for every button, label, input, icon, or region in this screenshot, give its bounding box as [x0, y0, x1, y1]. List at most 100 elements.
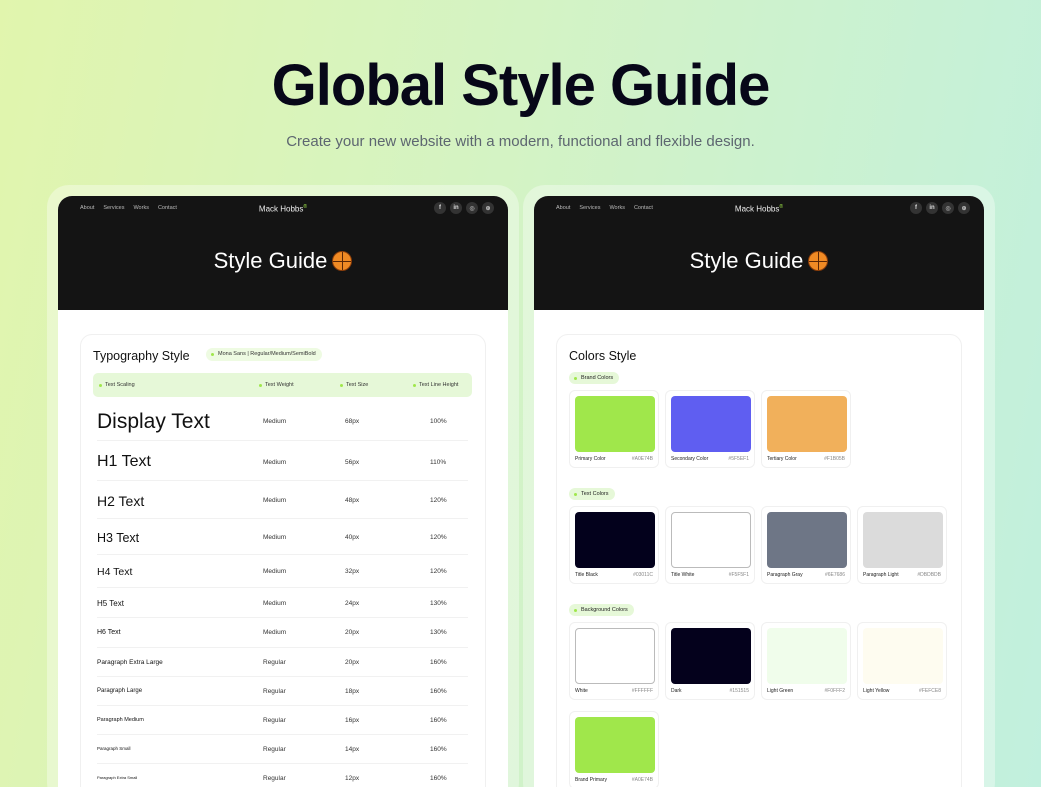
header-title: Style Guide — [534, 248, 984, 274]
type-line-height: 160% — [430, 717, 447, 724]
table-row: Paragraph Extra Small Regular 12px 160% — [97, 764, 468, 787]
type-size: 40px — [345, 534, 360, 541]
table-row: H6 Text Medium 20px 130% — [97, 618, 468, 648]
type-line-height: 120% — [430, 568, 447, 575]
col-text-scaling: Text Scaling — [99, 382, 135, 388]
type-sample: H4 Text — [97, 566, 133, 578]
registered-mark: ® — [303, 204, 308, 210]
type-line-height: 130% — [430, 600, 447, 607]
swatch-card: Title Black #03011C — [569, 506, 659, 584]
col-text-size: Text Size — [340, 382, 368, 388]
social-links: f in ◎ ⊛ — [434, 202, 494, 214]
swatch-hex: #F0FFF2 — [824, 688, 845, 694]
typography-table-header: Text Scaling Text Weight Text Size Text … — [93, 373, 472, 397]
swatch-color — [575, 396, 655, 452]
facebook-icon[interactable]: f — [910, 202, 922, 214]
instagram-icon[interactable]: ◎ — [466, 202, 478, 214]
typography-card: Typography Style Mona Sans | Regular/Med… — [80, 334, 486, 787]
type-line-height: 110% — [430, 459, 447, 466]
swatch-color — [767, 628, 847, 684]
swatch-color — [767, 396, 847, 452]
type-size: 18px — [345, 688, 360, 695]
instagram-icon[interactable]: ◎ — [942, 202, 954, 214]
swatch-card: Primary Color #A0E74B — [569, 390, 659, 468]
type-size: 12px — [345, 775, 360, 782]
mockup-header: About Services Works Contact Mack Hobbs®… — [58, 196, 508, 310]
page-title: Global Style Guide — [271, 53, 771, 118]
header-title-text: Style Guide — [213, 248, 328, 273]
colors-panel: About Services Works Contact Mack Hobbs®… — [523, 185, 995, 787]
swatch-hex: #5F5EF1 — [728, 456, 749, 462]
type-size: 24px — [345, 600, 360, 607]
dribbble-icon[interactable]: ⊛ — [482, 202, 494, 214]
type-weight: Regular — [263, 746, 286, 753]
type-weight: Medium — [263, 459, 287, 466]
social-links: f in ◎ ⊛ — [910, 202, 970, 214]
type-sample: Paragraph Extra Small — [97, 775, 138, 780]
swatch-color — [575, 717, 655, 773]
type-sample: H6 Text — [97, 629, 121, 636]
table-row: Paragraph Large Regular 18px 160% — [97, 677, 468, 706]
type-sample: H5 Text — [97, 599, 124, 608]
type-weight: Regular — [263, 775, 286, 782]
swatch-hex: #A0E74B — [631, 456, 653, 462]
table-row: H1 Text Medium 56px 110% — [97, 441, 468, 481]
swatch-card: Light Green #F0FFF2 — [761, 622, 851, 700]
type-weight: Medium — [263, 534, 287, 541]
swatch-name: White — [575, 688, 588, 694]
swatch-name: Tertiary Color — [767, 456, 797, 462]
text-colors-label: Text Colors — [569, 488, 615, 500]
swatch-card: Brand Primary #A0E74B — [569, 711, 659, 787]
facebook-icon[interactable]: f — [434, 202, 446, 214]
typography-panel: About Services Works Contact Mack Hobbs®… — [47, 185, 519, 787]
dribbble-icon[interactable]: ⊛ — [958, 202, 970, 214]
swatch-card: Dark #151515 — [665, 622, 755, 700]
swatch-name: Secondary Color — [671, 456, 709, 462]
type-weight: Medium — [263, 418, 287, 425]
swatch-name: Primary Color — [575, 456, 606, 462]
type-size: 32px — [345, 568, 360, 575]
type-sample: H1 Text — [97, 453, 151, 470]
type-sample: Paragraph Medium — [97, 717, 144, 723]
type-weight: Medium — [263, 497, 287, 504]
type-sample: Paragraph Large — [97, 688, 143, 694]
type-line-height: 160% — [430, 688, 447, 695]
swatch-name: Light Yellow — [863, 688, 890, 694]
swatch-name: Title White — [671, 572, 695, 578]
table-row: H5 Text Medium 24px 130% — [97, 588, 468, 618]
swatch-name: Paragraph Light — [863, 572, 899, 578]
page-subtitle: Create your new website with a modern, f… — [286, 133, 755, 150]
type-line-height: 100% — [430, 418, 447, 425]
colors-screen: About Services Works Contact Mack Hobbs®… — [534, 196, 984, 787]
type-weight: Medium — [263, 568, 287, 575]
type-sample: H3 Text — [97, 531, 140, 545]
basketball-icon — [332, 251, 353, 271]
swatch-color — [863, 628, 943, 684]
table-row: Paragraph Extra Large Regular 20px 160% — [97, 648, 468, 677]
swatch-color — [863, 512, 943, 568]
type-size: 48px — [345, 497, 360, 504]
linkedin-icon[interactable]: in — [926, 202, 938, 214]
col-text-weight: Text Weight — [259, 382, 294, 388]
header-title: Style Guide — [58, 248, 508, 274]
swatch-card: Light Yellow #FEFCE8 — [857, 622, 947, 700]
table-row: Display Text Medium 68px 100% — [97, 399, 468, 441]
type-weight: Regular — [263, 688, 286, 695]
type-sample: H2 Text — [97, 493, 145, 509]
font-family-badge: Mona Sans | Regular/Medium/SemiBold — [206, 348, 322, 361]
swatch-hex: #F1B05B — [824, 456, 845, 462]
swatch-card: Paragraph Gray #6E7686 — [761, 506, 851, 584]
linkedin-icon[interactable]: in — [450, 202, 462, 214]
type-sample: Paragraph Extra Large — [97, 659, 163, 666]
table-row: H3 Text Medium 40px 120% — [97, 519, 468, 555]
swatch-color — [671, 396, 751, 452]
brand-name: Mack Hobbs — [258, 204, 304, 214]
swatch-card: Tertiary Color #F1B05B — [761, 390, 851, 468]
type-size: 20px — [345, 629, 360, 636]
swatch-card: Secondary Color #5F5EF1 — [665, 390, 755, 468]
type-size: 68px — [345, 418, 360, 425]
brand-colors-label: Brand Colors — [569, 372, 620, 384]
type-size: 16px — [345, 717, 360, 724]
typography-screen: About Services Works Contact Mack Hobbs®… — [58, 196, 508, 787]
background-colors-label: Background Colors — [569, 604, 634, 616]
